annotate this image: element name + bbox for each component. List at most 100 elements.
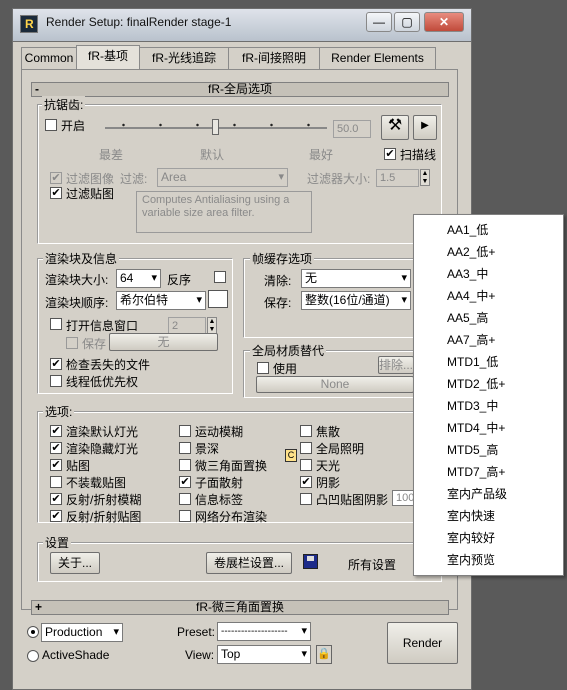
preset-menu-item[interactable]: AA1_低 <box>447 221 488 238</box>
tab-fr-basic[interactable]: fR-基项 <box>76 45 140 70</box>
slider-value-field[interactable]: 50.0 <box>333 120 371 138</box>
option-checkbox[interactable]: ✔ <box>179 476 191 488</box>
filter-dropdown: Area <box>157 168 288 187</box>
option-checkbox[interactable]: ✔ <box>50 425 62 437</box>
save-format-label: 保存: <box>264 296 292 310</box>
close-button[interactable]: ✕ <box>424 12 464 32</box>
material-override-group-label: 全局材质替代 <box>250 342 327 359</box>
view-label: View: <box>185 648 215 662</box>
option-checkbox[interactable]: ✔ <box>50 510 62 522</box>
rollout-expand-sign: + <box>35 600 43 614</box>
scanline-checkbox[interactable]: ✔ <box>384 148 396 160</box>
activeshade-label: ActiveShade <box>42 648 110 662</box>
activeshade-radio[interactable] <box>27 650 39 662</box>
exclude-button: 排除... <box>378 356 414 374</box>
view-dropdown[interactable]: Top <box>217 645 311 664</box>
minimize-button[interactable]: — <box>366 12 392 32</box>
low-priority-label: 线程低优先权 <box>66 375 139 389</box>
clear-dropdown[interactable]: 无 <box>301 269 411 288</box>
option-label: 网络分布渲染 <box>195 510 268 524</box>
option-checkbox[interactable] <box>179 493 191 505</box>
option-label: 渲染隐藏灯光 <box>66 442 139 456</box>
preset-menu-item[interactable]: AA4_中+ <box>447 287 495 304</box>
filter-size-label: 过滤器大小: <box>307 172 371 186</box>
rollout-header-global[interactable]: - fR-全局选项 <box>31 82 449 97</box>
preset-menu-item[interactable]: AA7_高+ <box>447 331 495 348</box>
option-checkbox[interactable] <box>300 459 312 471</box>
option-checkbox[interactable] <box>300 493 312 505</box>
antialias-enable-checkbox[interactable] <box>45 119 57 131</box>
filter-maps-label: 过滤贴图 <box>66 187 115 201</box>
preset-menu-item[interactable]: MTD7_高+ <box>447 463 505 480</box>
preset-menu-item[interactable]: 室内快速 <box>447 507 495 524</box>
about-button[interactable]: 关于... <box>50 552 100 574</box>
option-label: 反射/折射模糊 <box>66 493 142 507</box>
preset-menu-item[interactable]: 室内预览 <box>447 551 495 568</box>
production-dropdown[interactable]: Production <box>41 623 123 642</box>
lock-icon[interactable]: 🔒 <box>316 645 332 664</box>
caustics-settings-icon[interactable]: C <box>285 449 297 462</box>
production-radio[interactable] <box>27 626 39 638</box>
low-priority-checkbox[interactable] <box>50 375 62 387</box>
check-missing-checkbox[interactable]: ✔ <box>50 358 62 370</box>
reverse-checkbox[interactable] <box>214 271 226 283</box>
option-checkbox[interactable] <box>179 425 191 437</box>
option-label: 运动模糊 <box>195 425 244 439</box>
window-title: Render Setup: finalRender stage-1 <box>46 15 232 29</box>
rollout-title: fR-微三角面置换 <box>196 600 284 614</box>
tab-fr-gi[interactable]: fR-间接照明 <box>228 47 320 69</box>
preset-menu-item[interactable]: 室内较好 <box>447 529 495 546</box>
filter-description: Computes Antialiasing using a variable s… <box>136 191 312 233</box>
block-color-swatch[interactable] <box>208 290 228 308</box>
tab-render-elements[interactable]: Render Elements <box>319 47 436 69</box>
antialias-group-label: 抗锯齿: <box>42 96 86 113</box>
option-label: 贴图 <box>66 459 91 473</box>
hammer-icon[interactable]: ⚒ <box>381 115 409 140</box>
material-use-label: 使用 <box>273 362 298 376</box>
preset-menu-item[interactable]: AA5_高 <box>447 309 488 326</box>
option-checkbox[interactable]: ✔ <box>50 493 62 505</box>
render-block-group-label: 渲染块及信息 <box>43 250 120 267</box>
preset-menu-item[interactable]: MTD5_高 <box>447 441 498 458</box>
block-size-dropdown[interactable]: 64 <box>116 269 161 288</box>
render-button[interactable]: Render <box>387 622 458 664</box>
preset-menu-item[interactable]: AA3_中 <box>447 265 488 282</box>
play-arrow-icon[interactable]: ▶ <box>413 115 437 140</box>
save-disk-icon[interactable] <box>303 554 318 569</box>
option-checkbox[interactable] <box>179 459 191 471</box>
rollout-header-micro[interactable]: + fR-微三角面置换 <box>31 600 449 615</box>
block-order-dropdown[interactable]: 希尔伯特 <box>116 291 206 310</box>
option-checkbox[interactable]: ✔ <box>300 476 312 488</box>
info-save-checkbox <box>66 337 78 349</box>
tab-common[interactable]: Common <box>21 47 77 69</box>
tab-fr-raytrace[interactable]: fR-光线追踪 <box>139 47 229 69</box>
block-size-label: 渲染块大小: <box>45 273 109 287</box>
preset-menu-item[interactable]: MTD4_中+ <box>447 419 505 436</box>
material-use-checkbox[interactable] <box>257 362 269 374</box>
option-label: 全局照明 <box>316 442 365 456</box>
option-checkbox[interactable] <box>179 442 191 454</box>
quality-default-label: 默认 <box>200 148 225 162</box>
option-checkbox[interactable]: ✔ <box>50 459 62 471</box>
option-checkbox[interactable] <box>300 442 312 454</box>
quality-slider-handle[interactable] <box>212 119 219 135</box>
filter-maps-checkbox[interactable]: ✔ <box>50 187 62 199</box>
info-save-label: 保存 <box>82 337 107 351</box>
bump-value-field[interactable]: 100 <box>392 490 414 506</box>
filter-label: 过滤: <box>120 172 148 186</box>
preset-menu-item[interactable]: AA2_低+ <box>447 243 495 260</box>
rollout-settings-button[interactable]: 卷展栏设置... <box>206 552 292 574</box>
option-checkbox[interactable] <box>300 425 312 437</box>
save-format-dropdown[interactable]: 整数(16位/通道) <box>301 291 411 310</box>
preset-menu-item[interactable]: MTD2_低+ <box>447 375 505 392</box>
preset-dropdown[interactable]: -------------------- <box>217 622 311 641</box>
info-window-checkbox[interactable] <box>50 318 62 330</box>
preset-menu-item[interactable]: MTD1_低 <box>447 353 498 370</box>
maximize-button[interactable]: ▢ <box>394 12 420 32</box>
option-checkbox[interactable] <box>50 476 62 488</box>
preset-menu-item[interactable]: MTD3_中 <box>447 397 498 414</box>
option-checkbox[interactable] <box>179 510 191 522</box>
preset-menu-item[interactable]: 室内产品级 <box>447 485 507 502</box>
block-order-label: 渲染块顺序: <box>45 296 109 310</box>
option-checkbox[interactable]: ✔ <box>50 442 62 454</box>
